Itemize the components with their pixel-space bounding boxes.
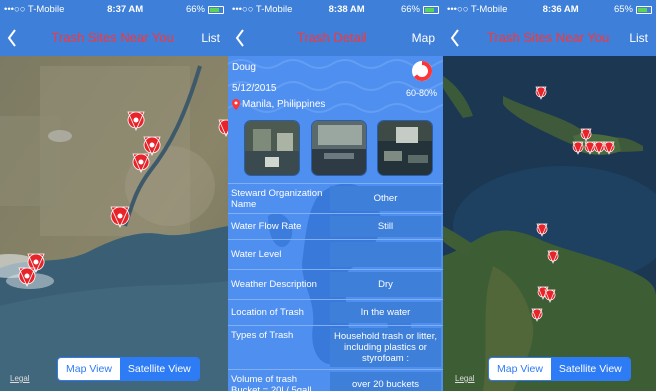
field-label: Volume of trash Bucket = 20l / 5gall (231, 373, 312, 391)
field-value: Other (330, 186, 441, 211)
status-right: 66% (186, 0, 224, 19)
screen-trash-detail: •••○○ T-Mobile 8:38 AM 66% Trash Detail … (228, 0, 443, 391)
clock: 8:38 AM (328, 4, 365, 15)
field-row: Water Level (228, 239, 443, 269)
status-bar: •••○○ T-Mobile 8:38 AM 66% (228, 0, 443, 19)
map-view-button[interactable]: Map View (489, 358, 551, 380)
map-view-button[interactable]: Map View (58, 358, 120, 380)
carrier-label: •••○○ T-Mobile (4, 4, 65, 15)
nav-bar: Trash Sites Near You List (443, 19, 656, 56)
trash-photo[interactable] (377, 120, 433, 176)
battery-percent: 66% (400, 4, 420, 15)
list-button[interactable]: List (201, 31, 228, 45)
field-row: Water Flow Rate Still (228, 213, 443, 239)
legal-link[interactable]: Legal (455, 374, 475, 383)
screen-map-caribbean: •••○○ T-Mobile 8:36 AM 65% Trash Sites N… (443, 0, 656, 391)
carrier-label: •••○○ T-Mobile (447, 4, 508, 15)
battery-percent: 66% (185, 4, 205, 15)
satellite-view-button[interactable]: Satellite View (119, 358, 199, 380)
list-button[interactable]: List (629, 31, 656, 45)
photo-strip (244, 120, 433, 176)
status-right: 66% (401, 0, 439, 19)
back-button[interactable] (0, 19, 24, 56)
clock: 8:36 AM (542, 4, 579, 15)
progress-ring-icon (412, 61, 432, 81)
field-row: Location of Trash In the water (228, 299, 443, 325)
field-value: Still (330, 216, 441, 237)
battery-icon (423, 5, 439, 14)
field-row: Volume of trash Bucket = 20l / 5gall ove… (228, 369, 443, 391)
field-value: Dry (330, 272, 441, 297)
field-row: Types of Trash Household trash or litter… (228, 325, 443, 369)
field-label: Location of Trash (231, 307, 304, 318)
satellite-view-button[interactable]: Satellite View (550, 358, 630, 380)
location-text: Manila, Philippines (242, 99, 326, 110)
screen-map-manila: •••○○ T-Mobile 8:37 AM 66% Trash Sites N… (0, 0, 228, 391)
report-location: Manila, Philippines (232, 99, 325, 110)
back-button[interactable] (443, 19, 467, 56)
field-value: Household trash or litter, including pla… (330, 328, 441, 367)
status-bar: •••○○ T-Mobile 8:36 AM 65% (443, 0, 656, 19)
trash-photo[interactable] (244, 120, 300, 176)
chevron-left-icon (450, 28, 459, 47)
detail-header: Doug 5/12/2015 Manila, Philippines 60-80… (228, 56, 443, 180)
chevron-left-icon (7, 28, 16, 47)
field-value (330, 242, 441, 267)
report-date: 5/12/2015 (232, 83, 277, 94)
map-button[interactable]: Map (412, 31, 443, 45)
field-label: Types of Trash (231, 330, 294, 341)
back-button[interactable] (228, 19, 252, 56)
nav-bar: Trash Detail Map (228, 19, 443, 56)
battery-icon (636, 5, 652, 14)
status-right: 65% (614, 0, 652, 19)
field-label: Water Flow Rate (231, 221, 302, 232)
battery-icon (208, 5, 224, 14)
satellite-map[interactable]: Legal Map View Satellite View (0, 56, 228, 391)
field-value: over 20 buckets (330, 372, 441, 391)
field-row: Weather Description Dry (228, 269, 443, 299)
steward-name: Doug (232, 62, 256, 73)
field-value: In the water (330, 302, 441, 323)
nav-title: Trash Sites Near You (486, 30, 610, 45)
field-row: Steward Organization Name Other (228, 183, 443, 213)
nav-bar: Trash Sites Near You List (0, 19, 228, 56)
detail-fields: Steward Organization Name Other Water Fl… (228, 183, 443, 391)
field-label: Weather Description (231, 279, 317, 290)
legal-link[interactable]: Legal (10, 374, 30, 383)
trash-photo[interactable] (310, 120, 367, 176)
status-bar: •••○○ T-Mobile 8:37 AM 66% (0, 0, 228, 19)
clock: 8:37 AM (107, 4, 144, 15)
chevron-left-icon (235, 28, 244, 47)
map-pin-icon (232, 99, 240, 110)
map-type-segmented-control[interactable]: Map View Satellite View (57, 357, 200, 381)
field-label: Steward Organization Name (231, 187, 323, 210)
nav-title: Trash Sites Near You (51, 30, 174, 45)
nav-title: Trash Detail (297, 30, 367, 45)
field-label: Water Level (231, 249, 282, 260)
battery-percent: 65% (613, 4, 633, 15)
coverage-percent: 60-80% (405, 88, 437, 98)
carrier-label: •••○○ T-Mobile (232, 4, 293, 15)
map-type-segmented-control[interactable]: Map View Satellite View (488, 357, 631, 381)
satellite-map[interactable]: Legal Map View Satellite View (443, 56, 656, 391)
